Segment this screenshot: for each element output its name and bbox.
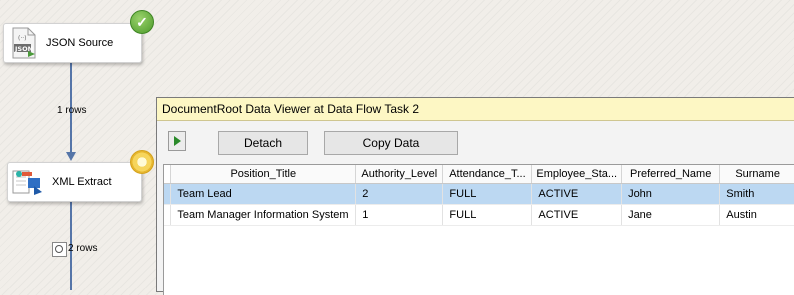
- data-table: Position_Title Authority_Level Attendanc…: [164, 165, 794, 226]
- column-header-authority-level[interactable]: Authority_Level: [355, 165, 444, 184]
- cell-employee-status[interactable]: ACTIVE: [531, 183, 623, 205]
- cell-employee-status[interactable]: ACTIVE: [531, 204, 623, 226]
- header-row: Position_Title Authority_Level Attendanc…: [164, 165, 794, 184]
- cell-surname[interactable]: Austin: [719, 204, 794, 226]
- column-header-employee-status[interactable]: Employee_Sta...: [531, 165, 623, 184]
- path-arrowhead: [66, 152, 76, 161]
- play-button[interactable]: [168, 131, 186, 151]
- xml-extract-component[interactable]: XML Extract: [7, 162, 142, 202]
- running-icon: [130, 150, 154, 174]
- path-2-row-count: 2 rows: [68, 243, 98, 254]
- data-viewer-title: DocumentRoot Data Viewer at Data Flow Ta…: [157, 98, 794, 121]
- play-icon: [173, 136, 181, 146]
- cell-authority-level[interactable]: 1: [355, 204, 444, 226]
- copy-data-button[interactable]: Copy Data: [324, 131, 458, 155]
- row-header[interactable]: [164, 204, 172, 226]
- column-header-preferred-name[interactable]: Preferred_Name: [621, 165, 721, 184]
- svg-text:(··): (··): [18, 35, 27, 42]
- path-1-row-count: 1 rows: [57, 105, 87, 116]
- cell-position-title[interactable]: Team Manager Information System: [170, 204, 357, 226]
- svg-text:JSON: JSON: [14, 45, 33, 53]
- xml-extract-label: XML Extract: [52, 176, 112, 188]
- column-header-position-title[interactable]: Position_Title: [170, 165, 357, 184]
- data-viewer-toolbar: Detach Copy Data: [157, 121, 794, 161]
- cell-attendance-type[interactable]: FULL: [442, 183, 533, 205]
- cell-attendance-type[interactable]: FULL: [442, 204, 533, 226]
- data-viewer-magnifier-icon[interactable]: [52, 242, 67, 257]
- data-grid[interactable]: Position_Title Authority_Level Attendanc…: [163, 164, 794, 295]
- row-header-corner[interactable]: [164, 165, 172, 184]
- data-viewer-window[interactable]: DocumentRoot Data Viewer at Data Flow Ta…: [156, 97, 794, 295]
- cell-surname[interactable]: Smith: [719, 183, 794, 205]
- column-header-attendance-type[interactable]: Attendance_T...: [442, 165, 533, 184]
- json-file-icon: (··) JSON: [12, 27, 36, 59]
- checkmark-icon: ✓: [130, 10, 154, 34]
- table-row[interactable]: Team Lead 2 FULL ACTIVE John Smith: [164, 183, 794, 205]
- cell-preferred-name[interactable]: Jane: [621, 204, 721, 226]
- json-source-component[interactable]: (··) JSON JSON Source: [3, 23, 142, 63]
- detach-button[interactable]: Detach: [218, 131, 308, 155]
- json-source-label: JSON Source: [46, 37, 114, 49]
- column-header-surname[interactable]: Surname: [719, 165, 794, 184]
- cell-authority-level[interactable]: 2: [355, 183, 444, 205]
- table-row[interactable]: Team Manager Information System 1 FULL A…: [164, 204, 794, 226]
- cell-preferred-name[interactable]: John: [621, 183, 721, 205]
- cell-position-title[interactable]: Team Lead: [170, 183, 357, 205]
- row-header[interactable]: [164, 183, 172, 205]
- xml-extract-icon: [12, 170, 42, 195]
